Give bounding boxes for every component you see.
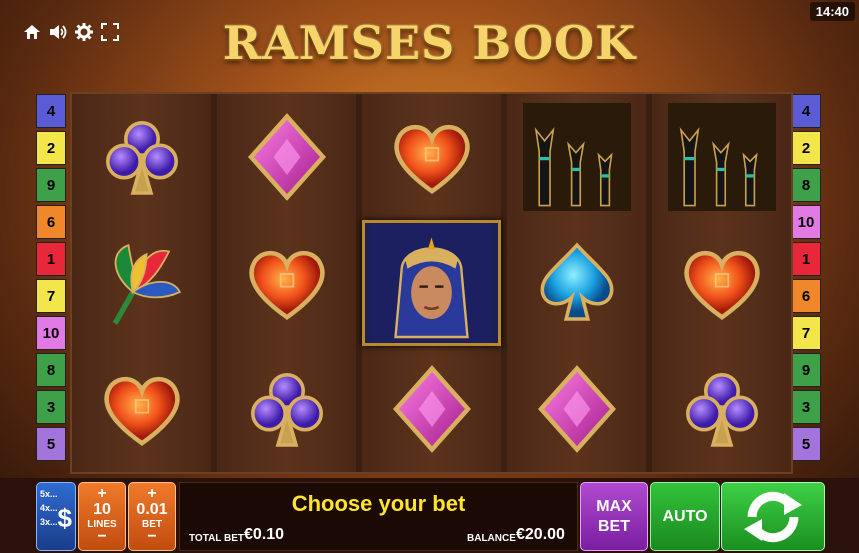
diamond-symbol [507, 346, 646, 472]
spin-arrows-icon [744, 491, 802, 542]
paylines-right: 4 2 8 10 1 6 7 9 3 5 [791, 94, 823, 464]
payline-number[interactable]: 6 [791, 279, 821, 313]
lines-plus-button[interactable]: + [79, 486, 125, 502]
payline-number[interactable]: 3 [791, 390, 821, 424]
reel-2 [217, 94, 356, 472]
max-bet-label: BET [598, 517, 630, 535]
club-symbol [72, 94, 211, 220]
payline-number[interactable]: 9 [791, 353, 821, 387]
balance-label: BALANCE [467, 533, 516, 544]
reel-3 [362, 94, 501, 472]
payline-number[interactable]: 1 [36, 242, 66, 276]
spade-symbol [507, 220, 646, 346]
payline-number[interactable]: 5 [791, 427, 821, 461]
club-symbol [217, 346, 356, 472]
control-panel: 5x... 4x... 3x... $ + 10 LINES − + 0.01 … [0, 478, 859, 553]
heart-symbol [652, 220, 791, 346]
reel-5 [652, 94, 791, 472]
payline-number[interactable]: 2 [36, 131, 66, 165]
paytable-button[interactable]: 5x... 4x... 3x... $ [36, 482, 76, 551]
payline-number[interactable]: 8 [791, 168, 821, 202]
max-bet-button[interactable]: MAX BET [580, 482, 648, 551]
total-bet-label: TOTAL BET [189, 533, 244, 544]
heart-symbol [362, 94, 501, 220]
payline-number[interactable]: 4 [791, 94, 821, 128]
clock: 14:40 [809, 2, 855, 21]
multiplier-label: 3x... [40, 517, 58, 527]
status-message: Choose your bet [291, 491, 466, 516]
lotus-symbol [72, 220, 211, 346]
game-title: RAMSES BOOK [222, 16, 637, 70]
bet-plus-button[interactable]: + [129, 486, 175, 502]
payline-number[interactable]: 9 [36, 168, 66, 202]
total-bet-value: €0.10 [244, 526, 285, 543]
bet-stepper: + 0.01 BET − [128, 482, 176, 551]
diamond-symbol [362, 346, 501, 472]
max-bet-label: MAX [596, 497, 632, 515]
payline-number[interactable]: 7 [36, 279, 66, 313]
payline-number[interactable]: 6 [36, 205, 66, 239]
lines-minus-button[interactable]: − [79, 529, 125, 545]
spin-button[interactable] [721, 482, 825, 551]
reel-1 [72, 94, 211, 472]
balance-value: €20.00 [516, 526, 565, 543]
multiplier-label: 4x... [40, 503, 58, 513]
payline-number[interactable]: 3 [36, 390, 66, 424]
payline-number[interactable]: 1 [791, 242, 821, 276]
info-panel: Choose your bet TOTAL BET €0.10 BALANCE … [179, 482, 578, 551]
cats-symbol [507, 94, 646, 220]
top-bar: RAMSES BOOK 14:40 [0, 0, 859, 90]
cats-symbol [652, 94, 791, 220]
diamond-symbol [217, 94, 356, 220]
paylines-left: 4 2 9 6 1 7 10 8 3 5 [36, 94, 68, 464]
autoplay-button[interactable]: AUTO [650, 482, 720, 551]
payline-number[interactable]: 8 [36, 353, 66, 387]
reel-4 [507, 94, 646, 472]
club-symbol [652, 346, 791, 472]
pharaoh-symbol [362, 220, 501, 346]
reels-area [70, 92, 793, 474]
payline-number[interactable]: 2 [791, 131, 821, 165]
payline-number[interactable]: 7 [791, 316, 821, 350]
dollar-icon: $ [57, 503, 72, 533]
heart-symbol [217, 220, 356, 346]
bet-value: 0.01 [136, 501, 168, 518]
heart-symbol [72, 346, 211, 472]
bet-minus-button[interactable]: − [129, 529, 175, 545]
payline-number[interactable]: 10 [36, 316, 66, 350]
payline-number[interactable]: 10 [791, 205, 821, 239]
lines-stepper: + 10 LINES − [78, 482, 126, 551]
payline-number[interactable]: 5 [36, 427, 66, 461]
multiplier-label: 5x... [40, 489, 58, 499]
payline-number[interactable]: 4 [36, 94, 66, 128]
lines-value: 10 [93, 501, 111, 518]
